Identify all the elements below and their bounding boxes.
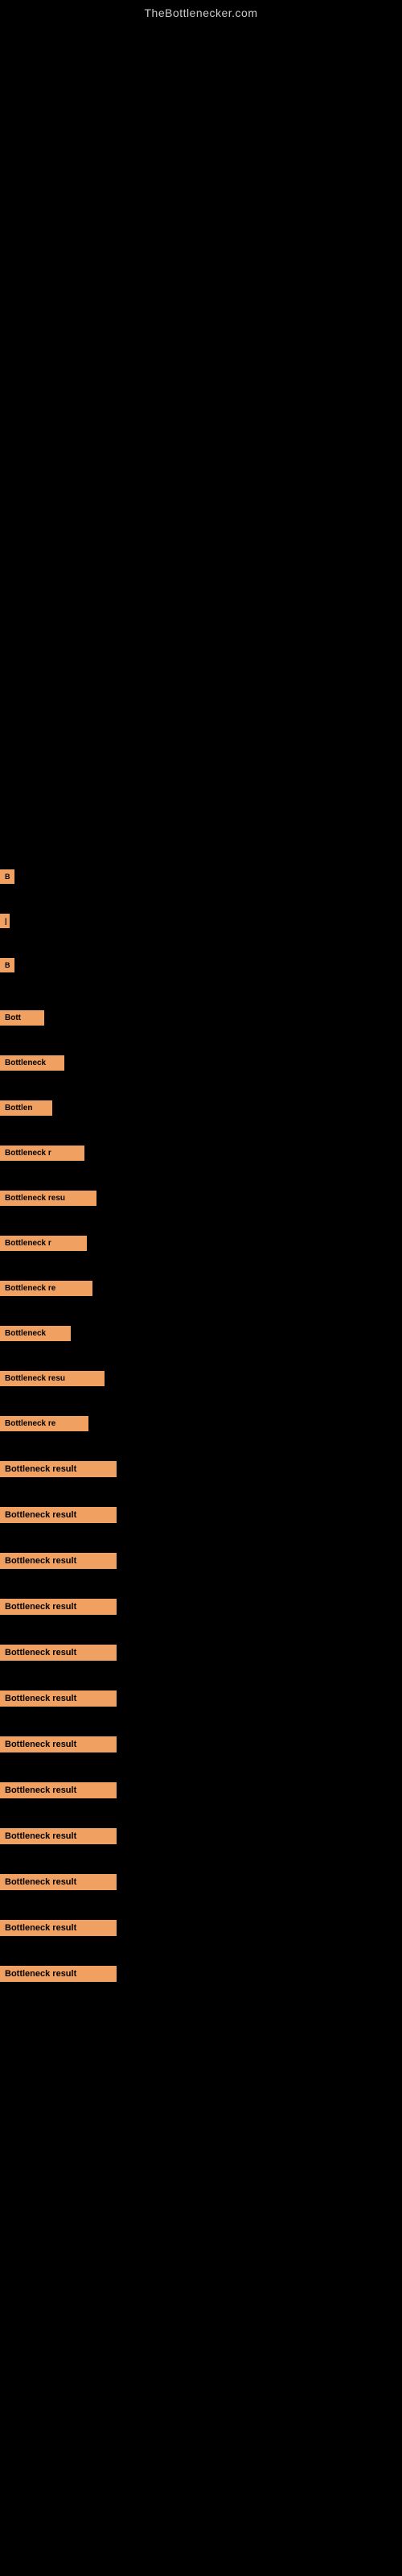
- list-item: Bottleneck resu: [0, 1371, 117, 1386]
- list-item: Bottleneck result: [0, 1828, 117, 1844]
- bottleneck-result-label: Bottleneck result: [0, 1553, 117, 1569]
- bottleneck-result-label: Bottleneck result: [0, 1874, 117, 1890]
- bottleneck-result-label: Bottleneck: [0, 1055, 64, 1071]
- list-item: Bottleneck re: [0, 1281, 117, 1296]
- bottleneck-result-label: Bottleneck resu: [0, 1371, 105, 1386]
- list-item: Bottleneck r: [0, 1146, 117, 1161]
- list-item: Bottleneck result: [0, 1553, 117, 1569]
- list-item: Bottleneck result: [0, 1507, 117, 1523]
- bottleneck-result-label: Bottleneck result: [0, 1782, 117, 1798]
- list-item: B: [0, 958, 117, 972]
- bottleneck-result-label: Bottleneck result: [0, 1690, 117, 1707]
- bottleneck-result-label: Bottleneck resu: [0, 1191, 96, 1206]
- list-item: Bottleneck result: [0, 1736, 117, 1752]
- list-item: Bottleneck result: [0, 1920, 117, 1936]
- bottleneck-result-label: B: [0, 869, 14, 884]
- bottleneck-result-label: Bott: [0, 1010, 44, 1026]
- bottleneck-result-label: Bottleneck r: [0, 1146, 84, 1161]
- list-item: B: [0, 869, 117, 884]
- list-item: Bottleneck result: [0, 1461, 117, 1477]
- bottleneck-result-label: Bottleneck re: [0, 1281, 92, 1296]
- list-item: |: [0, 914, 117, 928]
- bottleneck-result-label: Bottleneck result: [0, 1599, 117, 1615]
- list-item: Bottleneck result: [0, 1874, 117, 1890]
- bottleneck-result-label: B: [0, 958, 14, 972]
- bottleneck-result-label: Bottlen: [0, 1100, 52, 1116]
- bottleneck-result-label: Bottleneck re: [0, 1416, 88, 1431]
- bottleneck-result-label: Bottleneck result: [0, 1645, 117, 1661]
- list-item: Bottleneck: [0, 1326, 117, 1341]
- list-item: Bottlen: [0, 1100, 117, 1116]
- site-title: TheBottlenecker.com: [0, 0, 402, 19]
- list-item: Bottleneck result: [0, 1966, 117, 1982]
- list-item: Bottleneck result: [0, 1599, 117, 1615]
- list-item: Bottleneck result: [0, 1782, 117, 1798]
- list-item: Bottleneck result: [0, 1690, 117, 1707]
- list-item: Bottleneck result: [0, 1645, 117, 1661]
- list-item: Bottleneck re: [0, 1416, 117, 1431]
- bottleneck-result-label: Bottleneck result: [0, 1920, 117, 1936]
- bottleneck-result-label: Bottleneck result: [0, 1966, 117, 1982]
- bottleneck-result-label: Bottleneck result: [0, 1828, 117, 1844]
- bottleneck-result-label: Bottleneck result: [0, 1507, 117, 1523]
- bottleneck-result-label: |: [0, 914, 10, 928]
- list-item: Bottleneck resu: [0, 1191, 117, 1206]
- list-item: Bott: [0, 1010, 117, 1026]
- bottleneck-list: B | B Bott Bottleneck Bottlen Bottleneck r Bott…: [0, 869, 117, 1984]
- list-item: Bottleneck r: [0, 1236, 117, 1251]
- list-item: Bottleneck: [0, 1055, 117, 1071]
- bottleneck-result-label: Bottleneck r: [0, 1236, 87, 1251]
- bottleneck-result-label: Bottleneck result: [0, 1736, 117, 1752]
- bottleneck-result-label: Bottleneck: [0, 1326, 71, 1341]
- bottleneck-result-label: Bottleneck result: [0, 1461, 117, 1477]
